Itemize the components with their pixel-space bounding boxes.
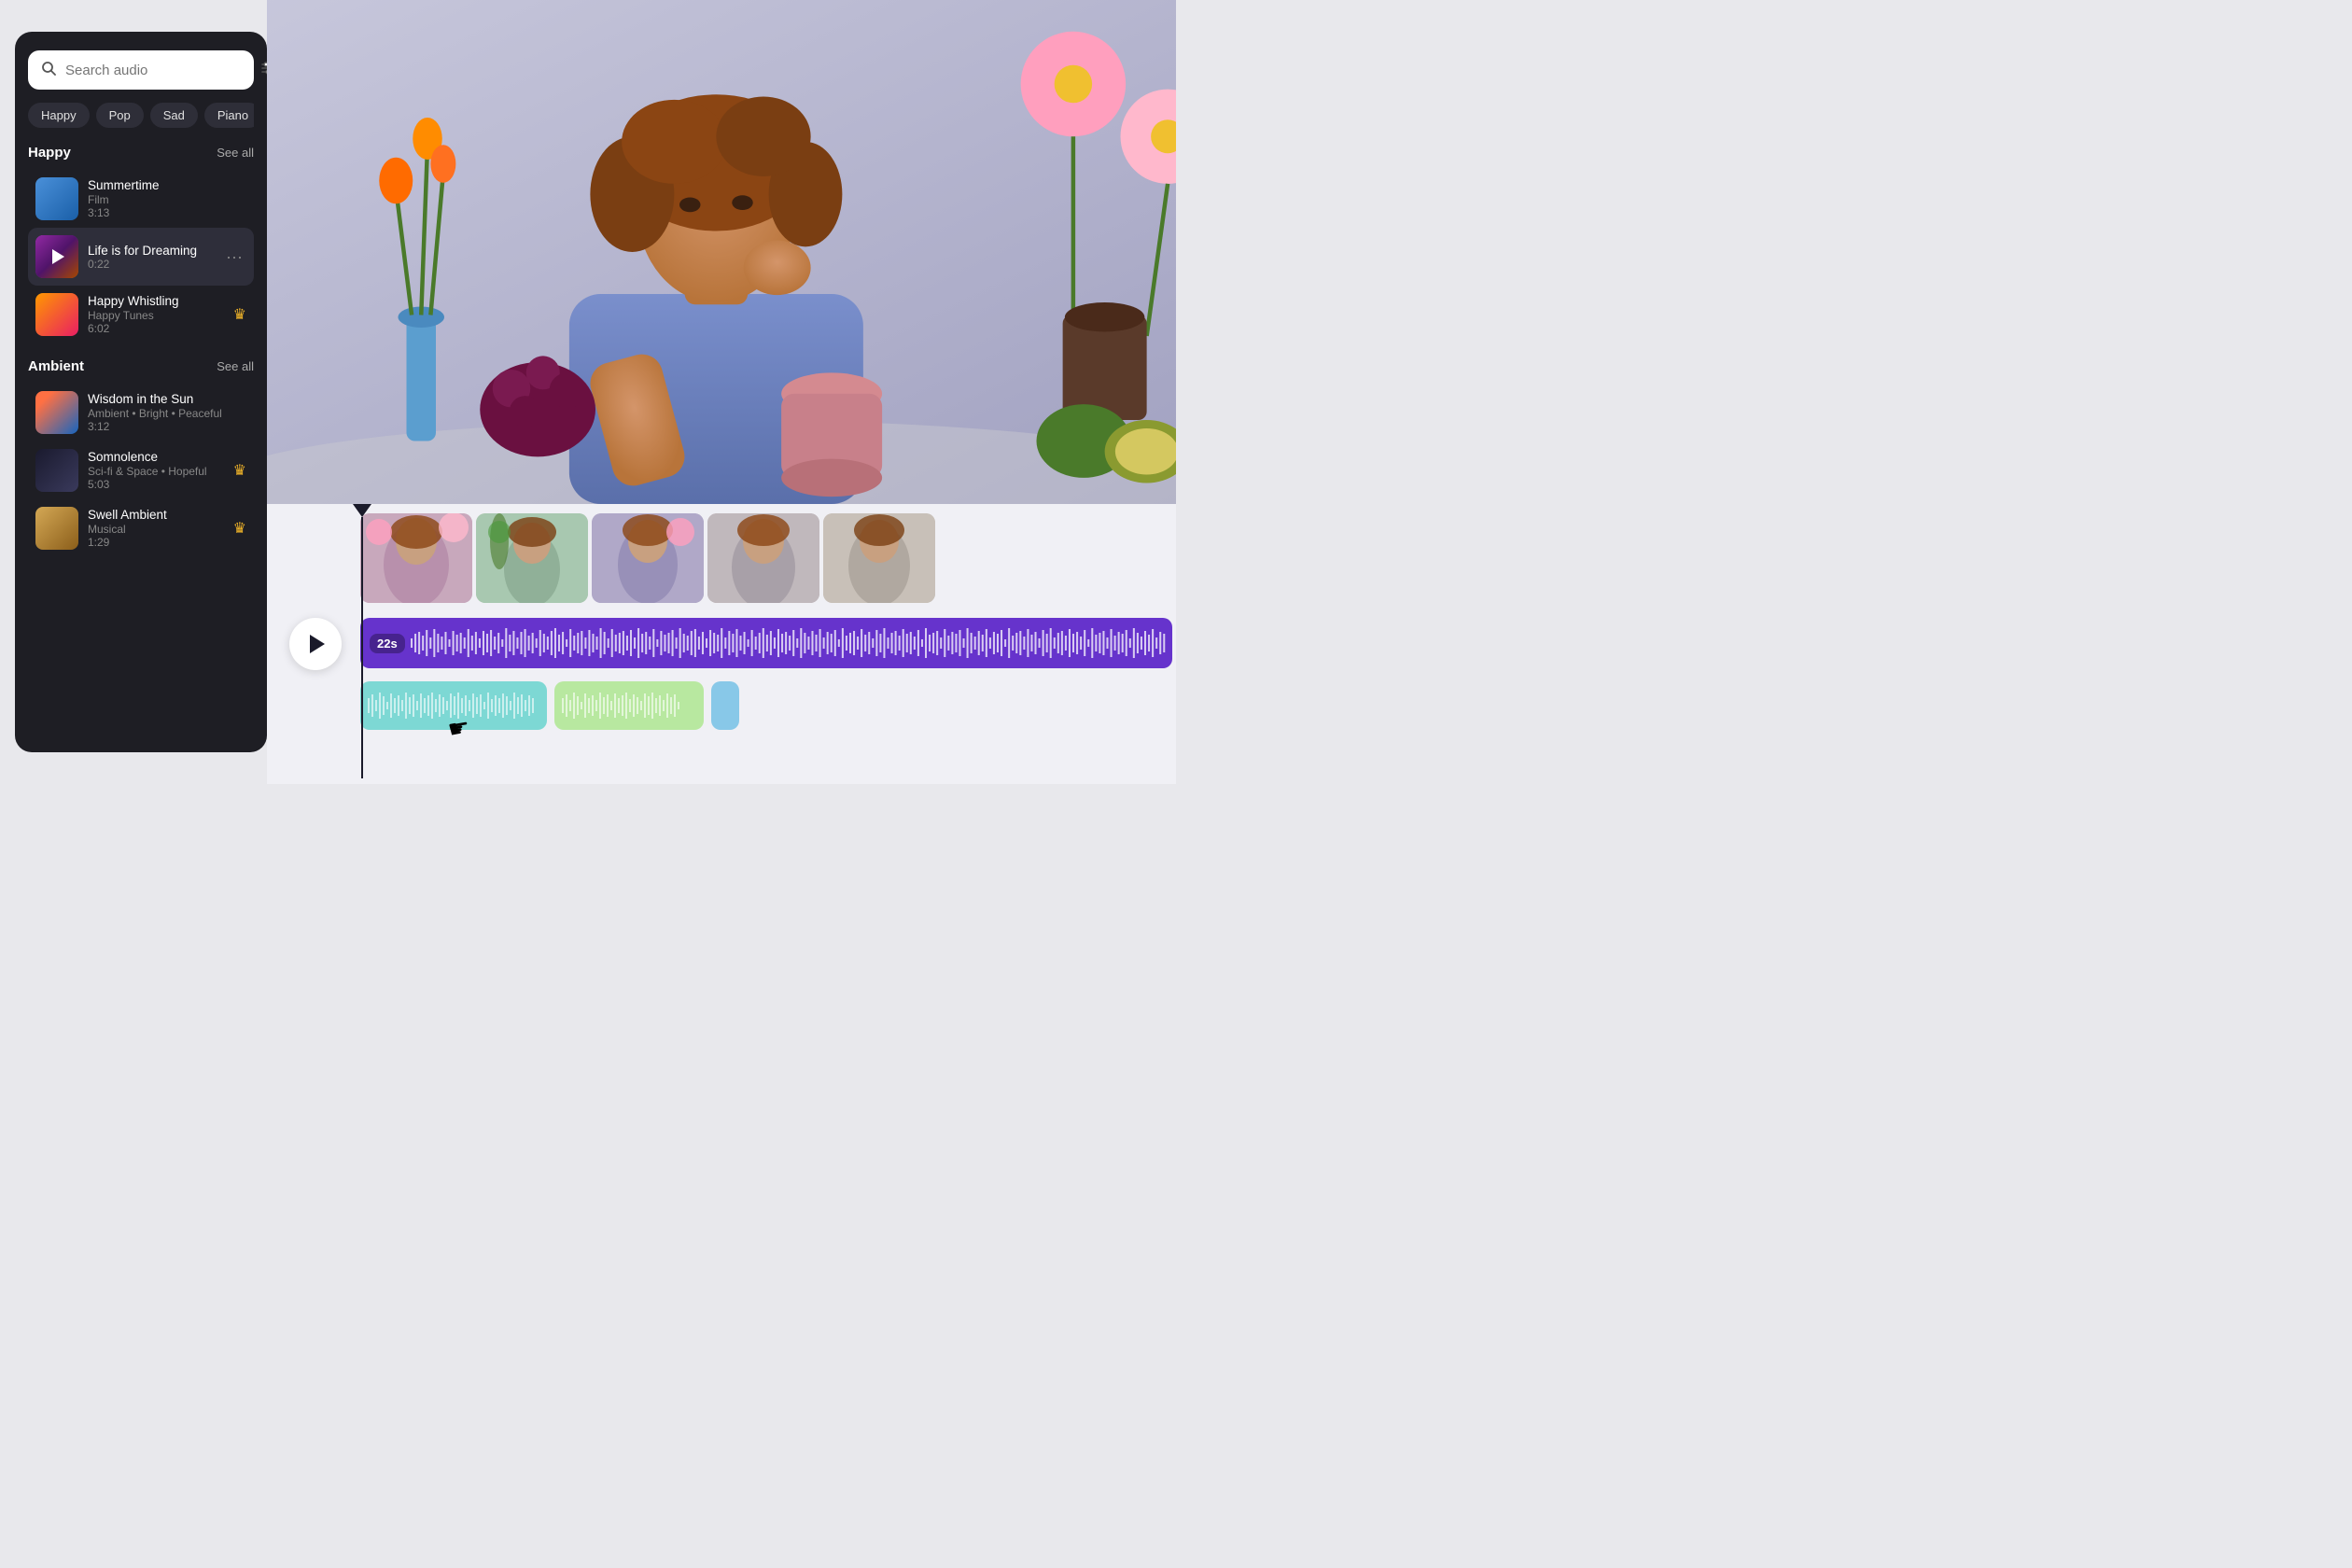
track-duration-dreaming: 0:22: [88, 258, 213, 271]
track-info-somnolence: Somnolence Sci-fi & Space • Hopeful 5:03: [88, 450, 224, 491]
timeline-section: 22s: [267, 504, 1176, 784]
track-sub-whistling: Happy Tunes: [88, 309, 224, 322]
audio-track-blue-sm[interactable]: [711, 681, 739, 730]
tag-pop[interactable]: Pop: [96, 103, 144, 128]
track-duration-wisdom: 3:12: [88, 420, 246, 433]
playhead-line: [361, 517, 363, 778]
track-info-summertime: Summertime Film 3:13: [88, 178, 246, 219]
audio-duration-badge: 22s: [370, 634, 405, 653]
track-wisdom[interactable]: Wisdom in the Sun Ambient • Bright • Pea…: [28, 384, 254, 441]
track-somnolence[interactable]: Somnolence Sci-fi & Space • Hopeful 5:03…: [28, 441, 254, 499]
track-sub-summertime: Film: [88, 193, 246, 206]
play-overlay-dreaming: [35, 235, 78, 278]
track-name-summertime: Summertime: [88, 178, 246, 192]
film-frame-2: [476, 513, 588, 603]
track-info-swell: Swell Ambient Musical 1:29: [88, 508, 224, 549]
track-name-somnolence: Somnolence: [88, 450, 224, 464]
film-frame-1: [360, 513, 472, 603]
search-bar[interactable]: [28, 50, 254, 90]
track-thumb-whistling: [35, 293, 78, 336]
audio-track-purple[interactable]: 22s: [360, 618, 1172, 668]
track-thumb-somnolence: [35, 449, 78, 492]
track-name-dreaming: Life is for Dreaming: [88, 244, 213, 258]
tag-happy[interactable]: Happy: [28, 103, 90, 128]
section-title-happy: Happy: [28, 145, 71, 161]
track-info-dreaming: Life is for Dreaming 0:22: [88, 244, 213, 271]
track-more-dreaming[interactable]: ···: [222, 244, 246, 271]
tag-sad[interactable]: Sad: [150, 103, 198, 128]
tags-row: Happy Pop Sad Piano Jazz Bi›: [28, 103, 254, 128]
audio-tracks-row: [360, 681, 1172, 730]
right-panel: 22s: [267, 0, 1176, 784]
playhead-triangle: [353, 504, 371, 517]
audio-track-green[interactable]: [554, 681, 704, 730]
search-icon: [41, 61, 56, 80]
track-duration-somnolence: 5:03: [88, 478, 224, 491]
video-preview: [267, 0, 1176, 504]
audio-track-teal[interactable]: [360, 681, 547, 730]
track-sub-swell: Musical: [88, 523, 224, 536]
track-thumb-summertime: [35, 177, 78, 220]
track-duration-swell: 1:29: [88, 536, 224, 549]
track-name-swell: Swell Ambient: [88, 508, 224, 522]
track-duration-whistling: 6:02: [88, 322, 224, 335]
play-triangle-dreaming: [52, 249, 64, 264]
crown-icon-somnolence: ♛: [233, 461, 246, 480]
track-summertime[interactable]: Summertime Film 3:13: [28, 170, 254, 228]
play-button[interactable]: [289, 618, 342, 670]
section-header-ambient: Ambient See all: [28, 358, 254, 374]
crown-icon-swell: ♛: [233, 519, 246, 538]
film-frame-3: [592, 513, 704, 603]
track-whistling[interactable]: Happy Whistling Happy Tunes 6:02 ♛: [28, 286, 254, 343]
filmstrip: [360, 513, 1176, 607]
track-thumb-swell: [35, 507, 78, 550]
tag-piano[interactable]: Piano: [204, 103, 254, 128]
track-name-whistling: Happy Whistling: [88, 294, 224, 308]
waveform-purple: [405, 618, 1172, 668]
track-thumb-dreaming: [35, 235, 78, 278]
film-frame-5: [823, 513, 935, 603]
playhead: [353, 504, 371, 778]
section-title-ambient: Ambient: [28, 358, 84, 374]
see-all-ambient[interactable]: See all: [217, 359, 254, 373]
search-input[interactable]: [65, 63, 251, 78]
track-info-wisdom: Wisdom in the Sun Ambient • Bright • Pea…: [88, 392, 246, 433]
track-sub-somnolence: Sci-fi & Space • Hopeful: [88, 465, 224, 478]
track-sub-wisdom: Ambient • Bright • Peaceful: [88, 407, 246, 420]
track-name-wisdom: Wisdom in the Sun: [88, 392, 246, 406]
track-swell[interactable]: Swell Ambient Musical 1:29 ♛: [28, 499, 254, 557]
see-all-happy[interactable]: See all: [217, 146, 254, 160]
track-duration-summertime: 3:13: [88, 206, 246, 219]
crown-icon-whistling: ♛: [233, 305, 246, 324]
section-header-happy: Happy See all: [28, 145, 254, 161]
video-bg: [267, 0, 1176, 504]
track-info-whistling: Happy Whistling Happy Tunes 6:02: [88, 294, 224, 335]
play-triangle: [310, 635, 325, 653]
scene-svg: [267, 0, 1176, 504]
track-dreaming[interactable]: Life is for Dreaming 0:22 ···: [28, 228, 254, 286]
audio-sidebar: Happy Pop Sad Piano Jazz Bi› Happy See a…: [15, 32, 267, 752]
film-frame-4: [707, 513, 819, 603]
track-thumb-wisdom: [35, 391, 78, 434]
filter-icon[interactable]: [260, 60, 267, 80]
